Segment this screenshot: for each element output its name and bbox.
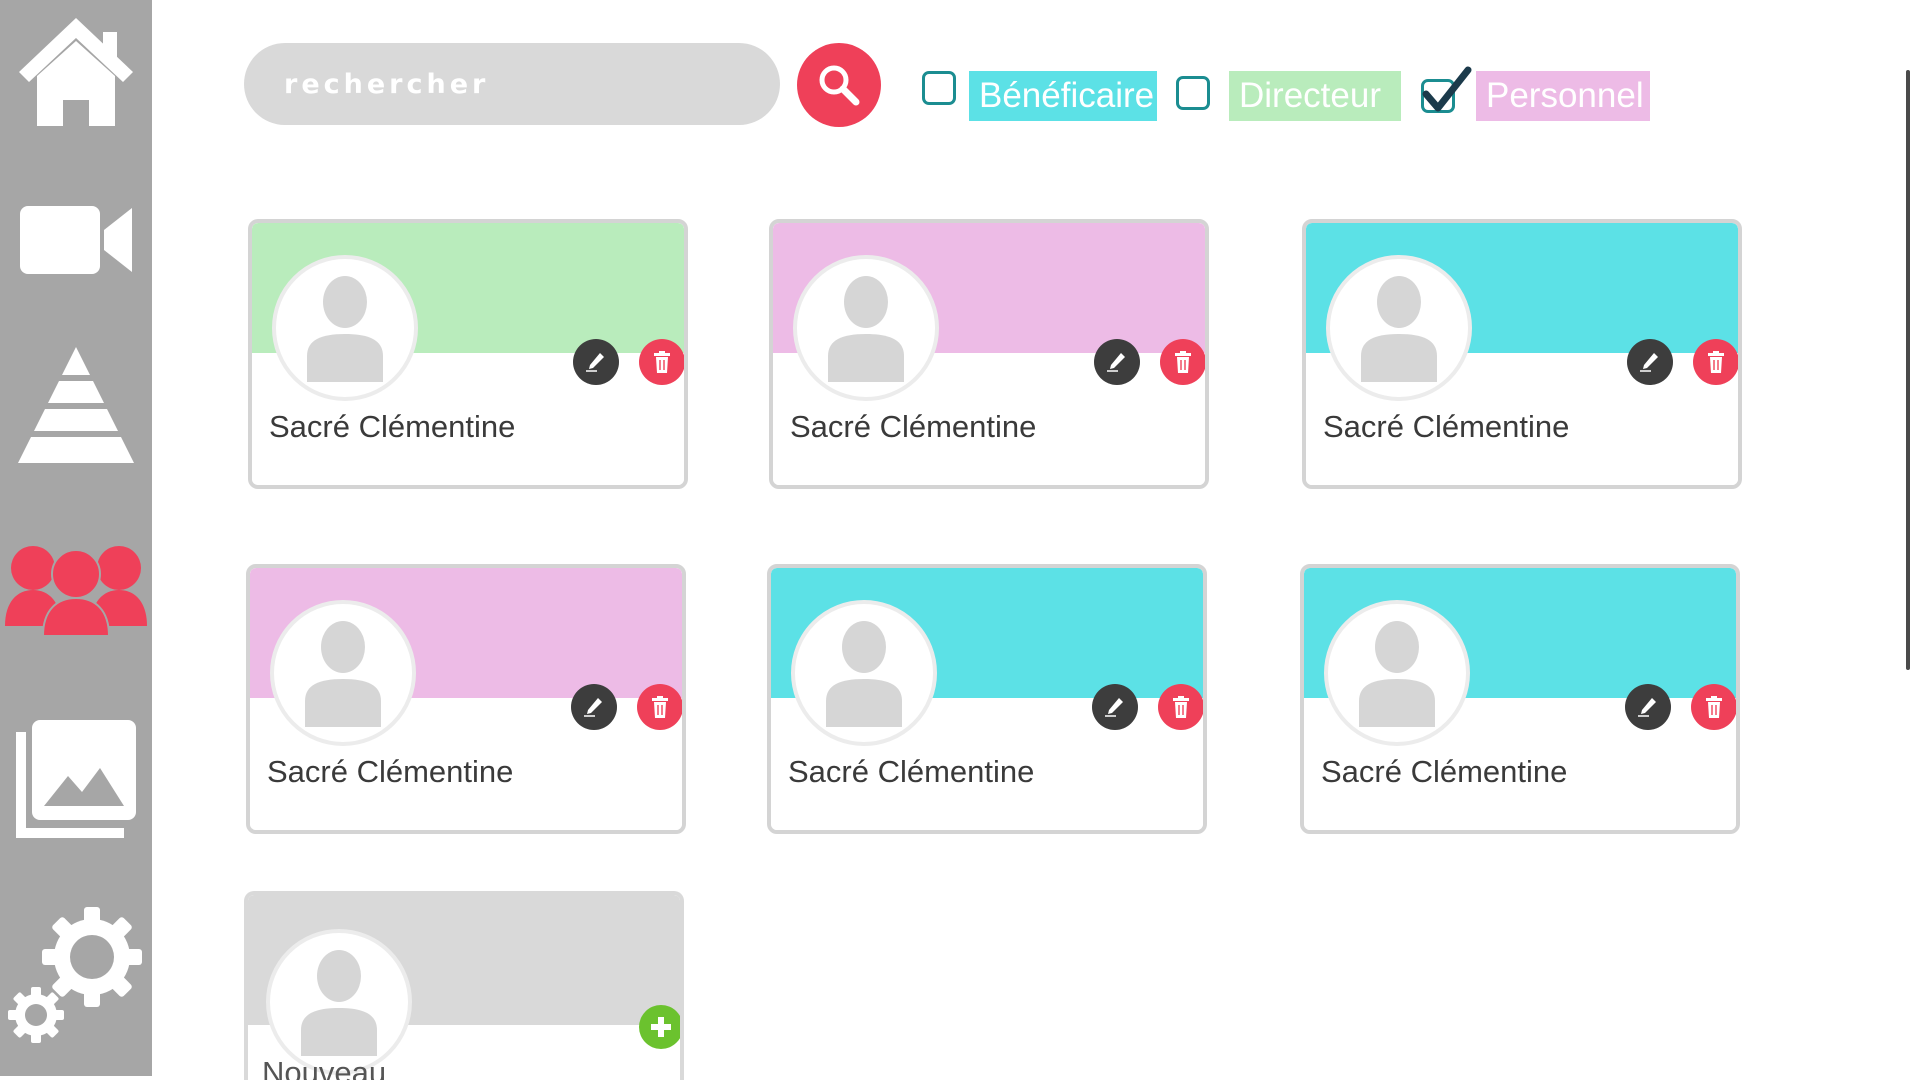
card-name: Sacré Clémentine bbox=[269, 409, 516, 444]
user-card[interactable]: Sacré Clémentine bbox=[246, 564, 686, 834]
checkmark-icon bbox=[1422, 66, 1472, 112]
trash-icon bbox=[1706, 696, 1722, 718]
nav-pyramid[interactable] bbox=[0, 340, 152, 470]
user-card[interactable]: Sacré Clémentine bbox=[248, 219, 688, 489]
edit-button[interactable] bbox=[573, 339, 619, 385]
edit-button[interactable] bbox=[1625, 684, 1671, 730]
delete-button[interactable] bbox=[1158, 684, 1203, 730]
edit-button[interactable] bbox=[571, 684, 617, 730]
user-placeholder-icon bbox=[305, 621, 381, 727]
trash-icon bbox=[1173, 696, 1189, 718]
pencil-icon bbox=[1638, 698, 1656, 717]
delete-button[interactable] bbox=[1693, 339, 1738, 385]
nav-home[interactable] bbox=[0, 10, 152, 130]
new-card-label: Nouveau bbox=[262, 1055, 387, 1080]
avatar bbox=[266, 929, 412, 1075]
pencil-icon bbox=[584, 698, 602, 717]
add-user-button[interactable] bbox=[639, 1005, 680, 1049]
nav-users[interactable] bbox=[0, 535, 152, 645]
user-placeholder-icon bbox=[1359, 621, 1435, 727]
scrollbar[interactable] bbox=[1906, 70, 1910, 670]
edit-button[interactable] bbox=[1627, 339, 1673, 385]
card-name: Sacré Clémentine bbox=[790, 409, 1037, 444]
delete-button[interactable] bbox=[639, 339, 684, 385]
nav-video[interactable] bbox=[0, 195, 152, 285]
sidebar bbox=[0, 0, 152, 1076]
search-button[interactable] bbox=[797, 43, 881, 127]
user-card[interactable]: Sacré Clémentine bbox=[767, 564, 1207, 834]
pencil-icon bbox=[1107, 353, 1125, 372]
plus-icon bbox=[651, 1017, 671, 1037]
users-icon bbox=[5, 546, 147, 636]
avatar bbox=[793, 255, 939, 401]
user-card[interactable]: Sacré Clémentine bbox=[1302, 219, 1742, 489]
avatar bbox=[270, 600, 416, 746]
avatar bbox=[791, 600, 937, 746]
avatar bbox=[1326, 255, 1472, 401]
pencil-icon bbox=[586, 353, 604, 372]
search-icon bbox=[819, 65, 860, 106]
delete-button[interactable] bbox=[637, 684, 682, 730]
user-card[interactable]: Sacré Clémentine bbox=[1300, 564, 1740, 834]
filter-directeur-label[interactable]: Directeur bbox=[1229, 71, 1401, 121]
nav-settings[interactable] bbox=[0, 905, 152, 1045]
filter-personnel-label[interactable]: Personnel bbox=[1476, 71, 1650, 121]
card-name: Sacré Clémentine bbox=[1323, 409, 1570, 444]
pyramid-icon bbox=[18, 347, 134, 463]
user-placeholder-icon bbox=[826, 621, 902, 727]
trash-icon bbox=[1175, 351, 1191, 373]
card-name: Sacré Clémentine bbox=[1321, 754, 1568, 789]
user-placeholder-icon bbox=[301, 950, 377, 1056]
filter-beneficiaire-checkbox[interactable] bbox=[922, 71, 956, 105]
user-card[interactable]: Sacré Clémentine bbox=[769, 219, 1209, 489]
gallery-icon bbox=[16, 720, 136, 838]
user-placeholder-icon bbox=[828, 276, 904, 382]
nav-gallery[interactable] bbox=[0, 715, 152, 845]
trash-icon bbox=[654, 351, 670, 373]
delete-button[interactable] bbox=[1160, 339, 1205, 385]
filter-beneficiaire-label[interactable]: Bénéficaire bbox=[969, 71, 1157, 121]
delete-button[interactable] bbox=[1691, 684, 1736, 730]
filter-directeur-checkbox[interactable] bbox=[1176, 76, 1210, 110]
user-placeholder-icon bbox=[1361, 276, 1437, 382]
trash-icon bbox=[1708, 351, 1724, 373]
avatar bbox=[272, 255, 418, 401]
home-icon bbox=[19, 18, 133, 126]
video-camera-icon bbox=[20, 206, 132, 274]
pencil-icon bbox=[1640, 353, 1658, 372]
user-placeholder-icon bbox=[307, 276, 383, 382]
avatar bbox=[1324, 600, 1470, 746]
pencil-icon bbox=[1105, 698, 1123, 717]
new-user-card[interactable]: Nouveau bbox=[244, 891, 684, 1080]
edit-button[interactable] bbox=[1092, 684, 1138, 730]
filter-personnel-checkbox[interactable] bbox=[1421, 66, 1472, 113]
trash-icon bbox=[652, 696, 668, 718]
card-name: Sacré Clémentine bbox=[267, 754, 514, 789]
search-input[interactable] bbox=[244, 43, 780, 125]
card-name: Sacré Clémentine bbox=[788, 754, 1035, 789]
gears-icon bbox=[8, 907, 142, 1043]
edit-button[interactable] bbox=[1094, 339, 1140, 385]
